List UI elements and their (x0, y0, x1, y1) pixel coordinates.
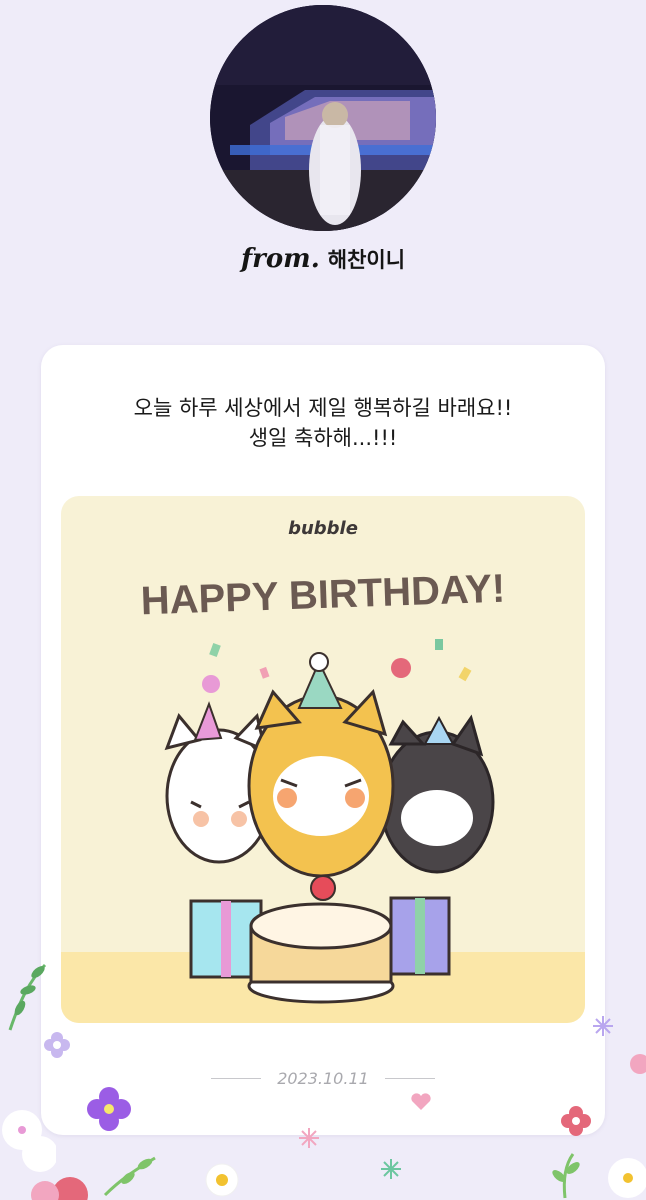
birthday-dogs-illustration: HAPPY BIRTHDAY! (140, 567, 506, 1004)
date-text: 2023.10.11 (277, 1068, 369, 1088)
date-rule-left (211, 1077, 262, 1079)
flower-icon (205, 1163, 239, 1197)
headline-text: HAPPY BIRTHDAY! (140, 567, 506, 624)
sparkle-icon (593, 1016, 613, 1036)
sparkle-icon (381, 1159, 401, 1179)
message-line-2: 생일 축하해...!!! (248, 426, 398, 450)
sparkle-icon (299, 1128, 319, 1148)
sender-name: 해찬이니 (327, 248, 406, 272)
message-text: 오늘 하루 세상에서 제일 행복하길 바래요!! 생일 축하해...!!! (41, 393, 605, 453)
leaf-icon (103, 1156, 156, 1197)
flower-icon (31, 1177, 88, 1200)
from-label: from. (240, 244, 320, 274)
flower-icon (44, 1032, 70, 1058)
flower-icon (561, 1106, 591, 1136)
flower-icon (608, 1158, 646, 1198)
birthday-card-image[interactable]: bubble HAPPY BIRTHDAY! (61, 496, 585, 1023)
leaf-icon (552, 1153, 580, 1199)
sender-line: from. 해찬이니 (0, 244, 646, 274)
heart-icon (411, 1093, 431, 1110)
flower-icon (87, 1087, 131, 1131)
flower-icon (630, 1054, 646, 1074)
message-line-1: 오늘 하루 세상에서 제일 행복하길 바래요!! (133, 396, 513, 420)
message-card: 오늘 하루 세상에서 제일 행복하길 바래요!! 생일 축하해...!!! bu… (41, 345, 605, 1135)
date-rule-right (384, 1077, 435, 1079)
leaf-icon (8, 963, 47, 1031)
avatar-photo (210, 5, 436, 231)
profile-avatar[interactable] (210, 5, 436, 231)
